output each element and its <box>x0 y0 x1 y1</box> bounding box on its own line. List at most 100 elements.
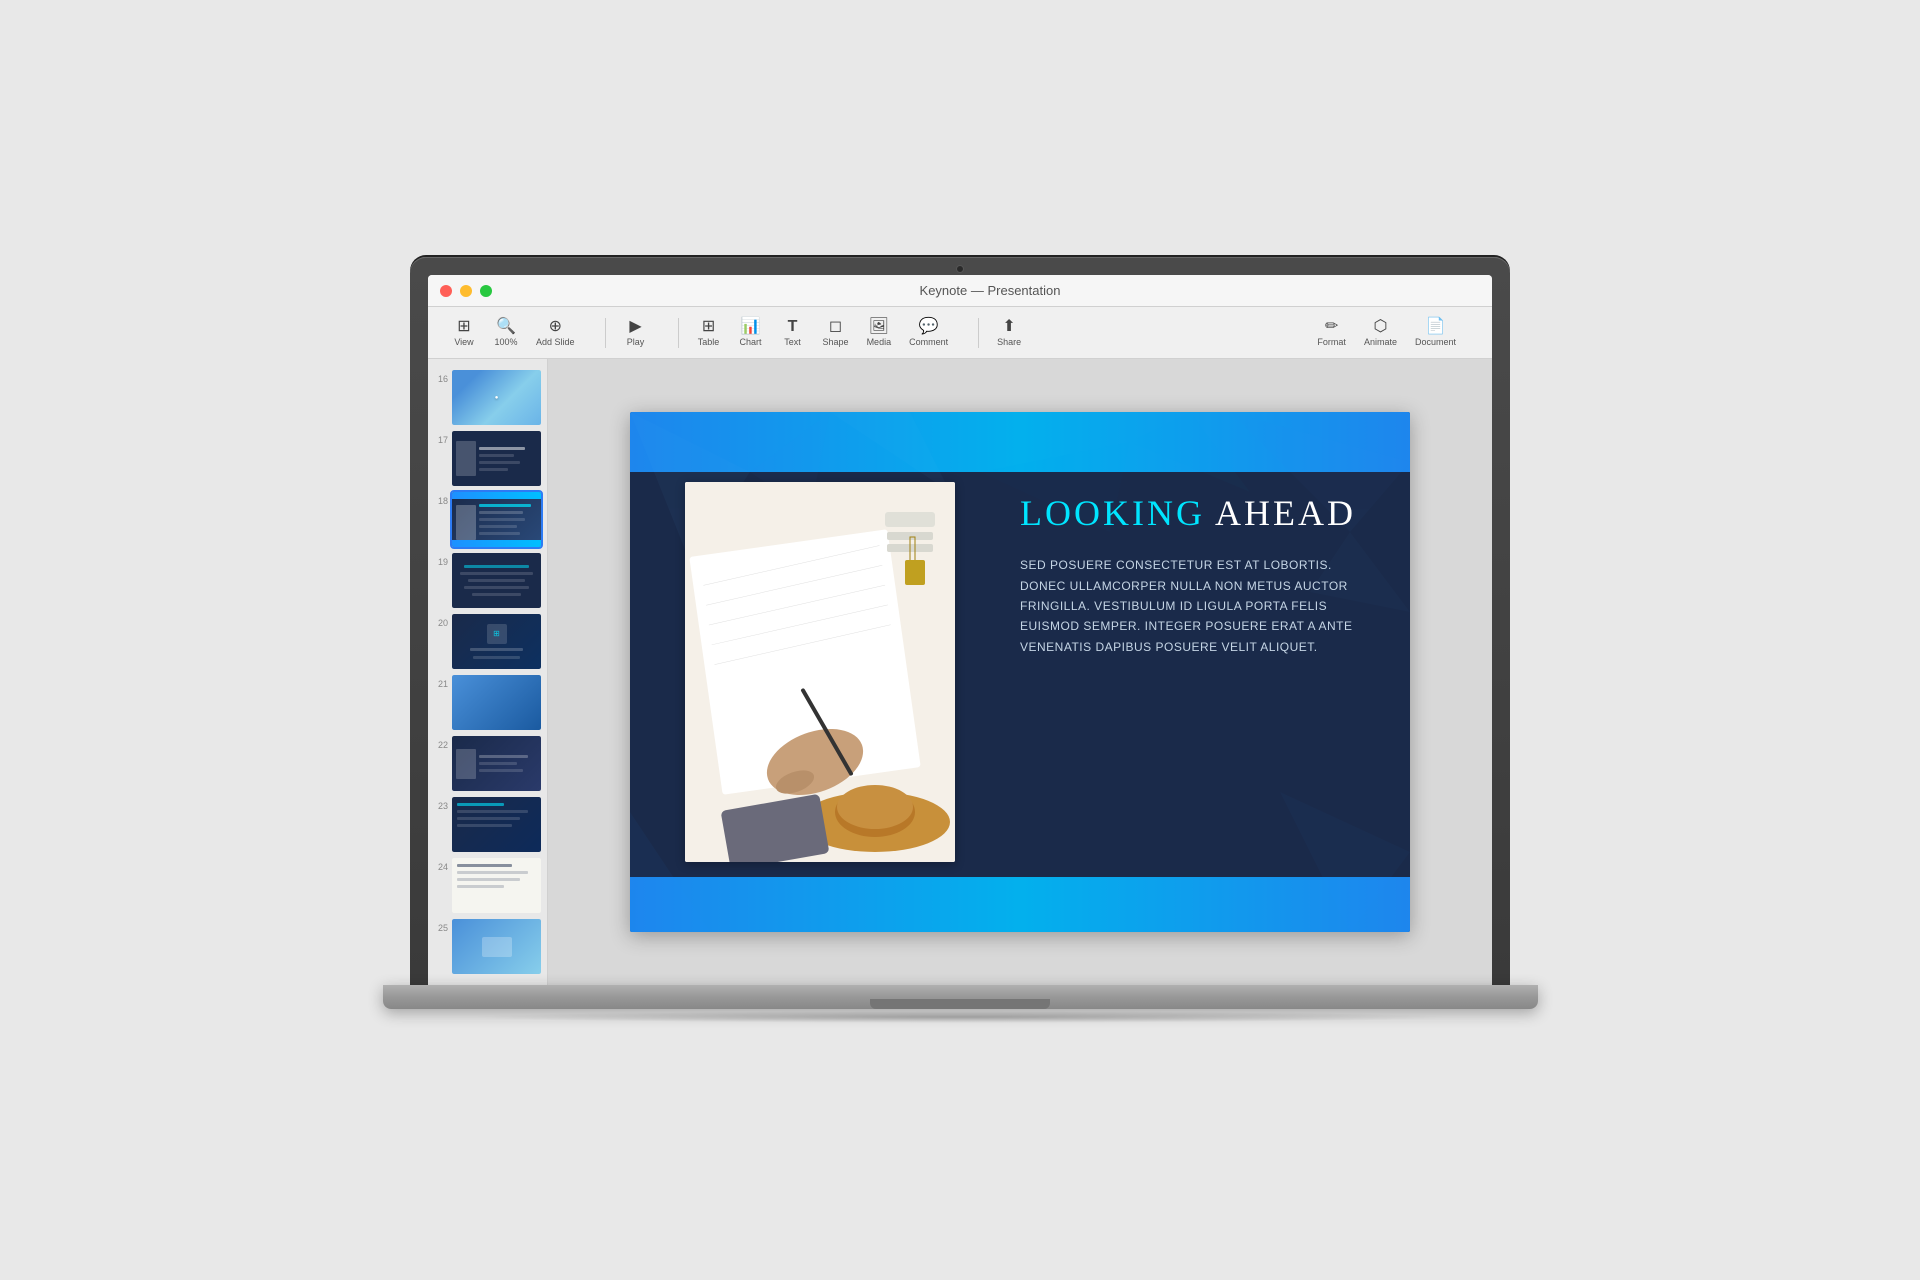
thumb-img-18 <box>456 505 476 540</box>
media-icon: 🖼 <box>869 319 889 335</box>
media-button[interactable]: 🖼 Media <box>859 315 900 351</box>
format-icon: ✏ <box>1325 319 1338 335</box>
slide-item-18[interactable]: 18 <box>428 489 547 550</box>
slide-thumb-wrap-23 <box>452 797 541 852</box>
toolbar-group-right: ✏ Format ⬡ Animate 📄 Document <box>1309 315 1464 351</box>
zoom-button[interactable]: 🔍 100% <box>486 315 526 351</box>
thumb-lines-22 <box>479 754 537 773</box>
chart-icon: 📊 <box>741 319 761 335</box>
add-slide-button[interactable]: ⊕ Add Slide <box>528 315 583 351</box>
minimize-window-button[interactable] <box>460 285 472 297</box>
slide-number-19: 19 <box>434 553 448 567</box>
slide-number-22: 22 <box>434 736 448 750</box>
slide-number-20: 20 <box>434 614 448 628</box>
thumb-lines-17 <box>479 446 537 472</box>
slide-text-area: Looking Ahead Sed posuere consectetur es… <box>1020 492 1380 657</box>
slide-thumb-20: ⊞ <box>452 614 541 669</box>
app-toolbar: ⊞ View 🔍 100% ⊕ Add Slide ▶ <box>428 307 1492 359</box>
slide-item-22[interactable]: 22 <box>428 733 547 794</box>
format-label: Format <box>1317 337 1346 347</box>
slide-item-16[interactable]: 16 ● <box>428 367 547 428</box>
slide-number-23: 23 <box>434 797 448 811</box>
laptop-screen: Keynote — Presentation ⊞ View 🔍 100% ⊕ A… <box>428 275 1492 985</box>
slide-thumb-wrap-24 <box>452 858 541 913</box>
desk-image-svg <box>685 482 955 862</box>
slide-thumb-wrap-22 <box>452 736 541 791</box>
slide-item-24[interactable]: 24 <box>428 855 547 916</box>
slide-panel[interactable]: 16 ● 17 <box>428 359 548 985</box>
document-icon: 📄 <box>1426 319 1446 335</box>
laptop-shadow <box>465 1011 1455 1023</box>
app-titlebar: Keynote — Presentation <box>428 275 1492 307</box>
table-button[interactable]: ⊞ Table <box>689 315 729 351</box>
add-slide-label: Add Slide <box>536 337 575 347</box>
chart-button[interactable]: 📊 Chart <box>731 315 771 351</box>
slide-thumb-wrap-19 <box>452 553 541 608</box>
animate-label: Animate <box>1364 337 1397 347</box>
comment-icon: 💬 <box>919 319 939 335</box>
comment-label: Comment <box>909 337 948 347</box>
slide-thumb-wrap-20: ⊞ <box>452 614 541 669</box>
laptop-base <box>383 985 1538 1009</box>
comment-button[interactable]: 💬 Comment <box>901 315 956 351</box>
current-slide: Looking Ahead Sed posuere consectetur es… <box>630 412 1410 932</box>
add-slide-icon: ⊕ <box>549 319 562 335</box>
animate-button[interactable]: ⬡ Animate <box>1356 315 1405 351</box>
document-button[interactable]: 📄 Document <box>1407 315 1464 351</box>
slide-number-25: 25 <box>434 919 448 933</box>
toolbar-sep-2 <box>678 318 679 348</box>
toolbar-group-insert: ⊞ Table 📊 Chart T Text ◻ Shape <box>689 315 957 351</box>
format-button[interactable]: ✏ Format <box>1309 315 1354 351</box>
slide-title: Looking Ahead <box>1020 492 1380 535</box>
slide-item-21[interactable]: 21 <box>428 672 547 733</box>
toolbar-group-play: ▶ Play <box>616 315 656 351</box>
zoom-icon: 🔍 <box>496 319 516 335</box>
slide-title-part1: Looking <box>1020 493 1215 533</box>
slide-item-19[interactable]: 19 <box>428 550 547 611</box>
slide-thumb-24 <box>452 858 541 913</box>
share-button[interactable]: ⬆ Share <box>989 315 1029 351</box>
view-label: View <box>454 337 473 347</box>
slide-thumb-wrap-17 <box>452 431 541 486</box>
slide-item-23[interactable]: 23 <box>428 794 547 855</box>
slide-thumb-18 <box>452 492 541 547</box>
laptop-mockup: Keynote — Presentation ⊞ View 🔍 100% ⊕ A… <box>410 257 1510 1023</box>
play-button[interactable]: ▶ Play <box>616 315 656 351</box>
slide-thumb-17 <box>452 431 541 486</box>
slide-item-17[interactable]: 17 <box>428 428 547 489</box>
zoom-label: 100% <box>494 337 517 347</box>
slide-number-16: 16 <box>434 370 448 384</box>
slide-thumb-wrap-21 <box>452 675 541 730</box>
view-button[interactable]: ⊞ View <box>444 315 484 351</box>
camera <box>956 265 964 273</box>
thumb-lines-18 <box>479 503 537 536</box>
close-window-button[interactable] <box>440 285 452 297</box>
document-label: Document <box>1415 337 1456 347</box>
maximize-window-button[interactable] <box>480 285 492 297</box>
chart-label: Chart <box>740 337 762 347</box>
slide-thumb-23 <box>452 797 541 852</box>
text-button[interactable]: T Text <box>773 315 813 351</box>
slide-thumb-wrap-16: ● <box>452 370 541 425</box>
slide-item-25[interactable]: 25 <box>428 916 547 977</box>
slide-item-20[interactable]: 20 ⊞ <box>428 611 547 672</box>
toolbar-group-view: ⊞ View 🔍 100% ⊕ Add Slide <box>444 315 583 351</box>
slide-number-21: 21 <box>434 675 448 689</box>
slide-thumb-19 <box>452 553 541 608</box>
slide-thumb-21 <box>452 675 541 730</box>
shape-icon: ◻ <box>829 319 842 335</box>
text-icon: T <box>788 319 798 335</box>
slide-number-24: 24 <box>434 858 448 872</box>
animate-icon: ⬡ <box>1373 319 1387 335</box>
slide-thumb-wrap-18 <box>452 492 541 547</box>
slide-number-17: 17 <box>434 431 448 445</box>
toolbar-sep-1 <box>605 318 606 348</box>
shape-button[interactable]: ◻ Shape <box>815 315 857 351</box>
main-canvas[interactable]: Looking Ahead Sed posuere consectetur es… <box>548 359 1492 985</box>
media-label: Media <box>867 337 892 347</box>
slide-body-text: Sed posuere consectetur est at lobortis.… <box>1020 555 1380 657</box>
slide-thumb-16: ● <box>452 370 541 425</box>
slide-thumb-22 <box>452 736 541 791</box>
slide-title-part2: Ahead <box>1215 493 1356 533</box>
slide-thumb-wrap-25 <box>452 919 541 974</box>
